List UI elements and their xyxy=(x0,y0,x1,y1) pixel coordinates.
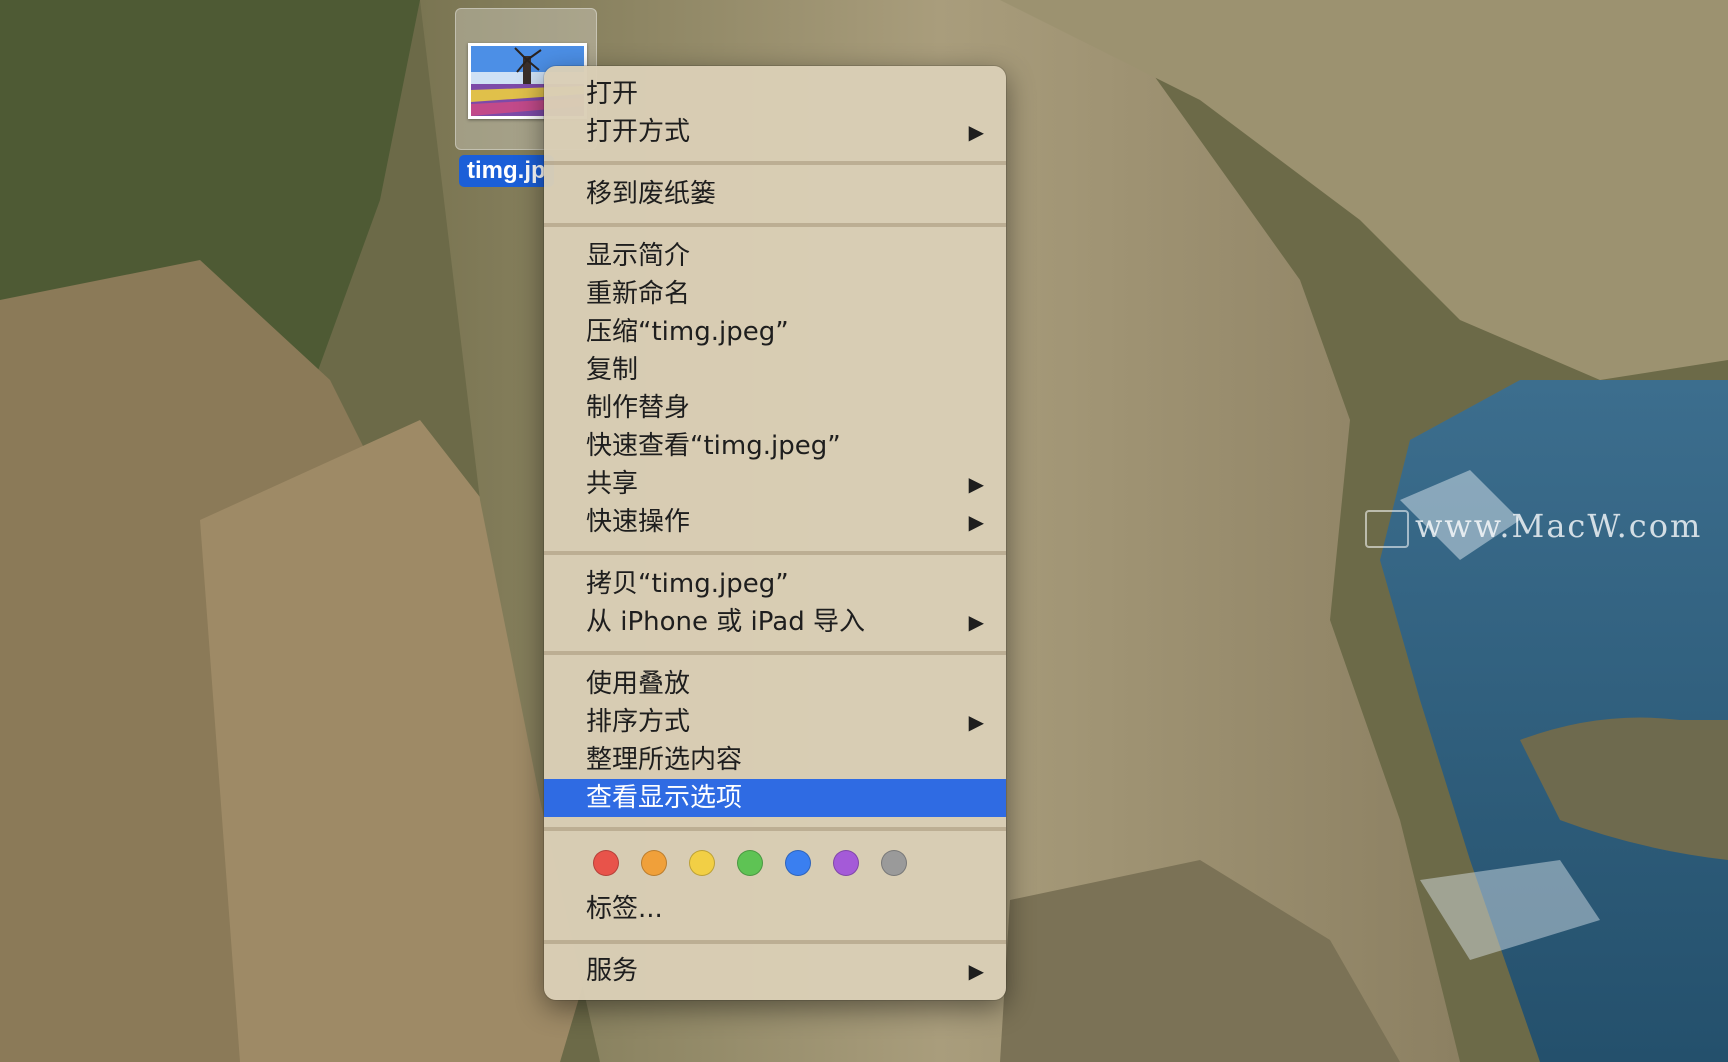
menu-item-label: 压缩“timg.jpeg” xyxy=(586,317,789,347)
context-menu: 打开 打开方式 ▶ 移到废纸篓 显示简介 重新命名 压缩“timg.jpeg” 复… xyxy=(544,66,1006,1000)
menu-separator xyxy=(544,223,1006,227)
watermark: www.MacW.com xyxy=(1365,507,1702,548)
submenu-arrow-icon: ▶ xyxy=(968,959,984,983)
menu-item-label: 快速操作 xyxy=(586,507,691,537)
menu-item-services[interactable]: 服务 ▶ xyxy=(544,952,1006,990)
menu-item-label: 共享 xyxy=(586,469,639,499)
menu-item-label: 打开 xyxy=(586,79,639,109)
menu-item-use-stacks[interactable]: 使用叠放 xyxy=(544,665,1006,703)
submenu-arrow-icon: ▶ xyxy=(968,120,984,144)
menu-item-label: 复制 xyxy=(586,355,639,385)
menu-item-label: 从 iPhone 或 iPad 导入 xyxy=(586,607,865,637)
menu-item-label: 重新命名 xyxy=(586,279,691,309)
menu-item-quick-actions[interactable]: 快速操作 ▶ xyxy=(544,503,1006,541)
menu-item-make-alias[interactable]: 制作替身 xyxy=(544,389,1006,427)
menu-item-label: 移到废纸篓 xyxy=(586,179,717,209)
menu-item-label: 打开方式 xyxy=(586,117,691,147)
menu-item-share[interactable]: 共享 ▶ xyxy=(544,465,1006,503)
menu-item-label: 拷贝“timg.jpeg” xyxy=(586,569,789,599)
tag-orange-dot[interactable] xyxy=(641,850,667,876)
watermark-logo-icon xyxy=(1365,509,1409,548)
menu-item-label: 显示简介 xyxy=(586,241,691,271)
menu-item-label: 使用叠放 xyxy=(586,669,691,699)
menu-item-import-from-iphone[interactable]: 从 iPhone 或 iPad 导入 ▶ xyxy=(544,603,1006,641)
menu-item-move-to-trash[interactable]: 移到废纸篓 xyxy=(544,175,1006,213)
tag-blue-dot[interactable] xyxy=(785,850,811,876)
tag-red-dot[interactable] xyxy=(593,850,619,876)
menu-separator xyxy=(544,161,1006,165)
tag-purple-dot[interactable] xyxy=(833,850,859,876)
menu-item-open-with[interactable]: 打开方式 ▶ xyxy=(544,113,1006,151)
menu-separator xyxy=(544,651,1006,655)
menu-item-compress[interactable]: 压缩“timg.jpeg” xyxy=(544,313,1006,351)
menu-item-label: 快速查看“timg.jpeg” xyxy=(586,431,841,461)
menu-item-get-info[interactable]: 显示简介 xyxy=(544,237,1006,275)
file-name-label[interactable]: timg.jp xyxy=(459,155,554,187)
watermark-text: www.MacW.com xyxy=(1415,507,1703,545)
menu-item-sort-by[interactable]: 排序方式 ▶ xyxy=(544,703,1006,741)
menu-item-duplicate[interactable]: 复制 xyxy=(544,351,1006,389)
submenu-arrow-icon: ▶ xyxy=(968,710,984,734)
menu-separator xyxy=(544,940,1006,944)
submenu-arrow-icon: ▶ xyxy=(968,472,984,496)
menu-item-label: 服务 xyxy=(586,956,639,986)
menu-item-label: 查看显示选项 xyxy=(586,783,743,813)
menu-separator xyxy=(544,551,1006,555)
menu-item-quick-look[interactable]: 快速查看“timg.jpeg” xyxy=(544,427,1006,465)
menu-item-label: 排序方式 xyxy=(586,707,691,737)
menu-item-label: 制作替身 xyxy=(586,393,691,423)
tag-gray-dot[interactable] xyxy=(881,850,907,876)
menu-item-label: 整理所选内容 xyxy=(586,745,743,775)
menu-item-open[interactable]: 打开 xyxy=(544,75,1006,113)
menu-item-rename[interactable]: 重新命名 xyxy=(544,275,1006,313)
tag-green-dot[interactable] xyxy=(737,850,763,876)
submenu-arrow-icon: ▶ xyxy=(968,510,984,534)
menu-item-label: 标签... xyxy=(586,894,663,924)
menu-item-show-view-options[interactable]: 查看显示选项 xyxy=(544,779,1006,817)
menu-item-clean-up-selection[interactable]: 整理所选内容 xyxy=(544,741,1006,779)
menu-item-tags[interactable]: 标签... xyxy=(544,890,1006,928)
menu-item-copy[interactable]: 拷贝“timg.jpeg” xyxy=(544,565,1006,603)
submenu-arrow-icon: ▶ xyxy=(968,610,984,634)
tag-yellow-dot[interactable] xyxy=(689,850,715,876)
menu-separator xyxy=(544,827,1006,831)
